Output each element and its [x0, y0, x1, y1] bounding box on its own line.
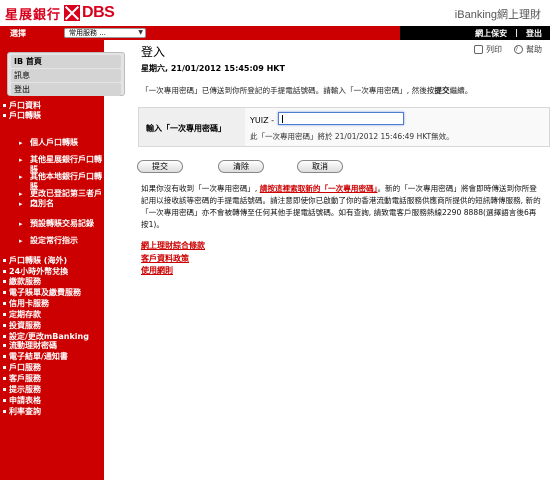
sidebar-sub-standing-instructions[interactable]: 設定常行指示	[0, 236, 104, 246]
help-button[interactable]: ? 幫助	[514, 44, 542, 55]
notice-text-bold: 提交	[434, 86, 450, 95]
request-new-otp-link[interactable]: 請按這裡索取新的「一次專用密碼」	[260, 184, 378, 193]
para-line-3: 「一次專用密碼」亦不會被轉傳至任何其他手提電話號碼。如有查詢, 請致電客戶服務熱…	[141, 208, 537, 217]
sidebar-item-account-info[interactable]: 戶口資料	[0, 101, 41, 110]
quick-select-label: 選擇	[10, 29, 26, 38]
sidebar-item-payments[interactable]: 繳款服務	[0, 277, 41, 286]
para-line-4: 按1)。	[141, 220, 164, 229]
sidebar-top-menu: IB 首頁 訊息 登出	[7, 52, 125, 96]
otp-help-paragraph: 如果你沒有收到「一次專用密碼」, 請按這裡索取新的「一次專用密碼」。新的「一次專…	[141, 183, 550, 231]
sidebar-item-messages[interactable]: 訊息	[11, 69, 121, 82]
chevron-down-icon: ▼	[138, 29, 143, 36]
submit-button[interactable]: 提交	[137, 160, 183, 173]
sidebar-item-overseas-transfer[interactable]: 戶口轉賬 (海外)	[0, 256, 67, 265]
sidebar-item-rates[interactable]: 利率查詢	[0, 407, 41, 416]
logo-english-text: DBS	[82, 4, 115, 21]
help-label: 幫助	[526, 45, 542, 54]
usage-rules-link[interactable]: 使用網則	[141, 265, 205, 278]
sidebar-item-credit-card[interactable]: 信用卡服務	[0, 299, 49, 308]
top-logout-link[interactable]: 登出	[526, 28, 542, 39]
otp-expiry-text: 此「一次專用密碼」將於 21/01/2012 15:46:49 HKT無效。	[250, 132, 454, 141]
print-label: 列印	[486, 45, 502, 54]
sidebar-item-transfer[interactable]: 戶口轉賬	[0, 111, 41, 120]
para-line-1: 如果你沒有收到「一次專用密碼」, 請按這裡索取新的「一次專用密碼」。新的「一次專…	[141, 183, 550, 195]
sidebar-sub-own-transfer[interactable]: 個人戶口轉賬	[0, 138, 104, 148]
otp-password-input[interactable]	[278, 112, 404, 125]
header: 星展銀行 DBS iBanking網上理財	[0, 0, 550, 26]
page-title: 登入	[141, 45, 166, 59]
dbs-logo[interactable]: 星展銀行 DBS	[5, 4, 115, 23]
sidebar-item-ebill[interactable]: 電子賬單及繳費服務	[0, 288, 81, 297]
print-button[interactable]: 列印	[474, 44, 502, 55]
sidebar-item-estatement[interactable]: 電子結單/通知書	[0, 352, 68, 361]
sidebar-item-forms[interactable]: 申請表格	[0, 396, 41, 405]
sidebar-item-alerts[interactable]: 提示服務	[0, 385, 41, 394]
dbs-x-icon	[64, 5, 81, 21]
sidebar-item-mbanking[interactable]: 設定/更改mBanking	[0, 332, 89, 341]
link-divider: |	[515, 28, 518, 37]
clear-button[interactable]: 清除	[218, 160, 264, 173]
page-tools: 列印 ? 幫助	[474, 44, 542, 55]
notice-text-post: 繼續。	[449, 86, 473, 95]
sidebar-sub-scheduled-records[interactable]: 預設轉賬交易記錄	[0, 219, 104, 229]
otp-label: 輸入「一次專用密碼」	[139, 108, 245, 146]
sidebar-item-ib-home[interactable]: IB 首頁	[11, 55, 121, 68]
sidebar-sub-third-party-alias-line2: 之別名	[0, 199, 104, 209]
sidebar-item-fx[interactable]: 24小時外幣兌換	[0, 267, 68, 276]
otp-prefix: YUIZ -	[250, 116, 275, 125]
online-security-link[interactable]: 網上保安	[475, 28, 507, 39]
login-datetime: 星期六, 21/01/2012 15:45:09 HKT	[141, 64, 285, 73]
help-icon: ?	[514, 45, 523, 54]
print-icon	[474, 45, 483, 54]
sidebar-item-logout[interactable]: 登出	[11, 83, 121, 96]
quick-services-select[interactable]: 常用服務 ... ▼	[64, 28, 146, 38]
sidebar-item-customer-services[interactable]: 客戶服務	[0, 374, 41, 383]
notice-text-pre: 「一次專用密碼」已傳送到你所登記的手提電話號碼。請輸入「一次專用密碼」, 然後按	[141, 86, 435, 95]
otp-notice: 「一次專用密碼」已傳送到你所登記的手提電話號碼。請輸入「一次專用密碼」, 然後按…	[141, 85, 472, 96]
ibanking-brand: iBanking網上理財	[454, 9, 541, 21]
para-line-1-pre: 如果你沒有收到「一次專用密碼」,	[141, 184, 260, 193]
sidebar-item-investment[interactable]: 投資服務	[0, 321, 41, 330]
sidebar-item-account-services[interactable]: 戶口服務	[0, 363, 41, 372]
sidebar-item-mbanking-line2[interactable]: 流動理財密碼	[0, 341, 57, 350]
terms-link[interactable]: 網上理財綜合條款	[141, 240, 205, 253]
alias-line2-text: 之別名	[30, 199, 54, 208]
top-links: 網上保安 | 登出	[475, 28, 542, 39]
para-line-1-post: 。新的「一次專用密碼」將會即時傳送到你所登	[377, 184, 537, 193]
footer-links: 網上理財綜合條款 客戶資料政策 使用網則	[141, 240, 205, 278]
para-line-2: 記用以接收該等密碼的手提電話號碼。請注意即使你已啟動了你的香港流動電話服務供應商…	[141, 196, 541, 205]
sidebar-item-time-deposit[interactable]: 定期存款	[0, 310, 41, 319]
privacy-link[interactable]: 客戶資料政策	[141, 253, 205, 266]
logo-chinese-text: 星展銀行	[5, 7, 62, 23]
quick-services-value: 常用服務 ...	[69, 29, 106, 37]
cancel-button[interactable]: 取消	[297, 160, 343, 173]
